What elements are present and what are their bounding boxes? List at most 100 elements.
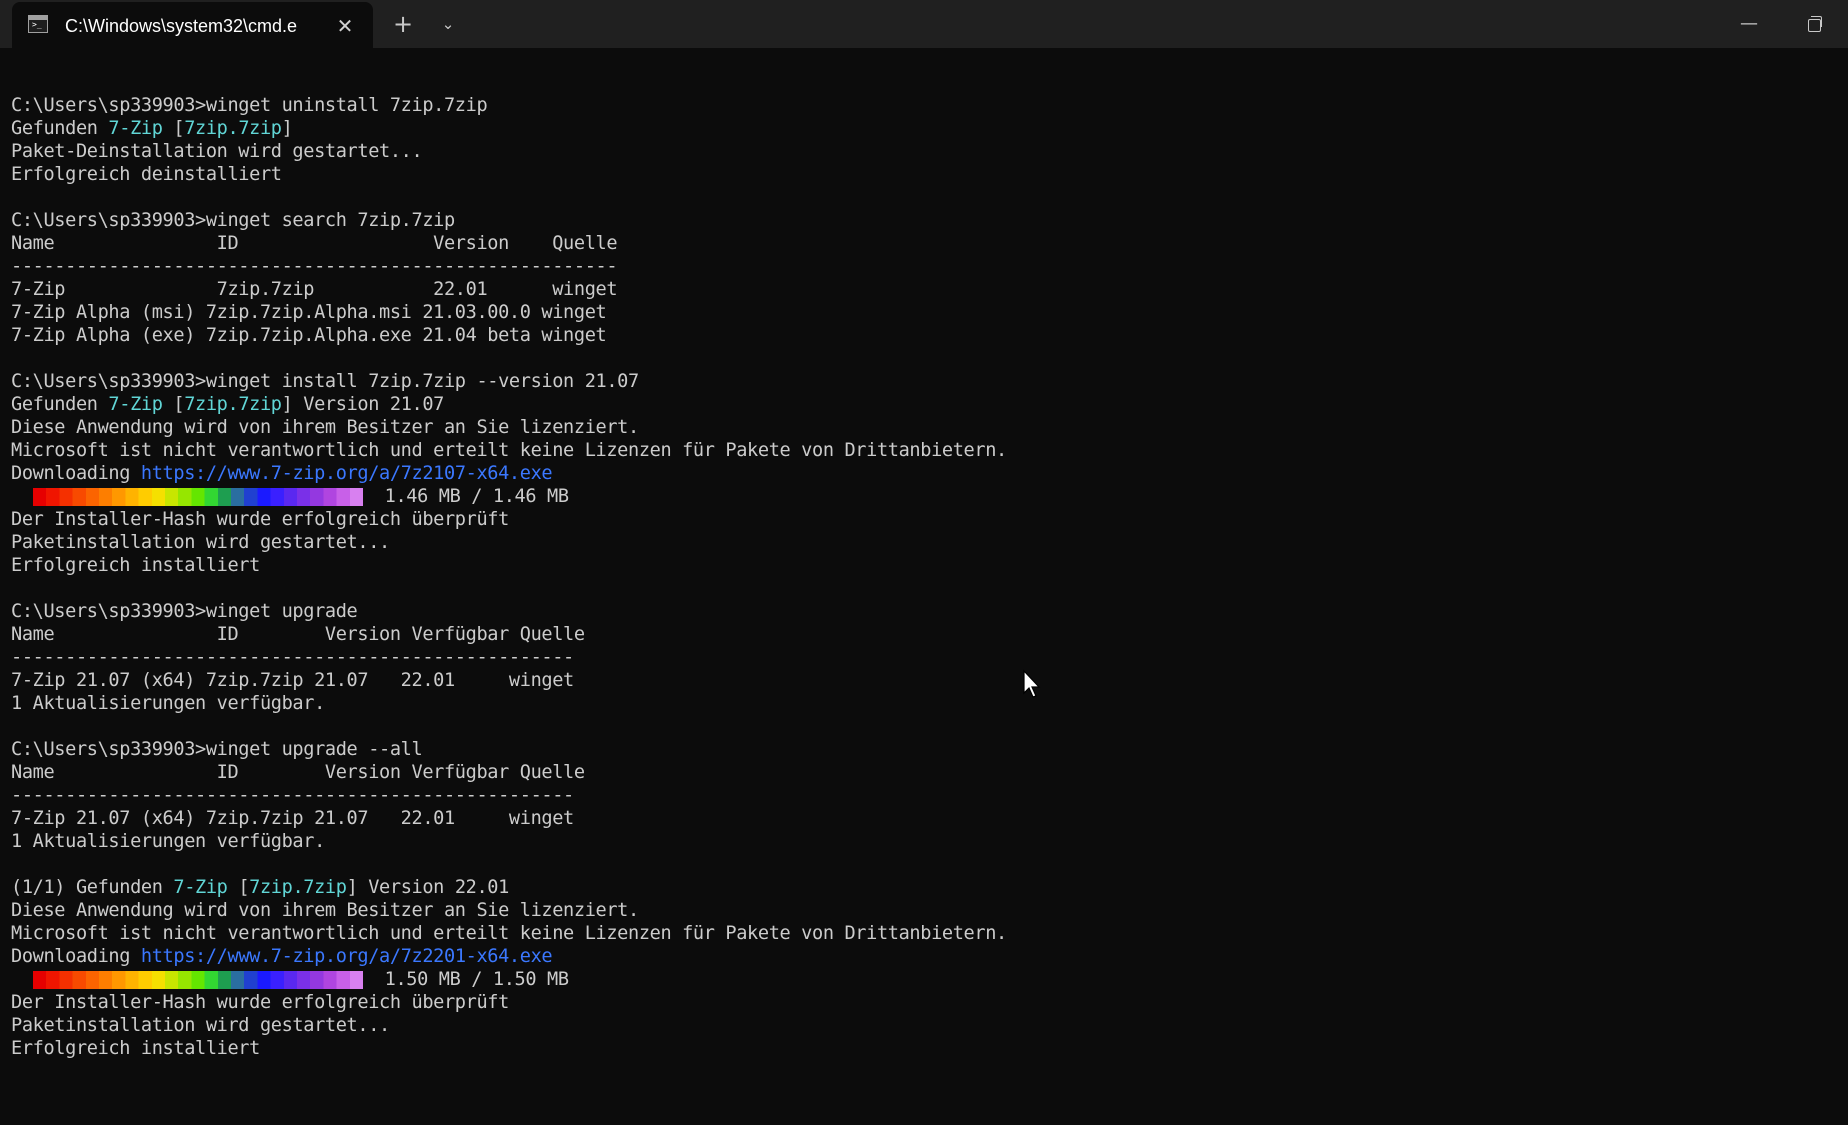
console-line: Downloading https://www.7-zip.org/a/7z21…	[11, 462, 1007, 485]
console-line: Paketinstallation wird gestartet...	[11, 1014, 1007, 1037]
download-link[interactable]: https://www.7-zip.org/a/7z2201-x64.exe	[141, 946, 553, 967]
title-bar: >_ C:\Windows\system32\cmd.e ✕ + ⌄ —	[0, 0, 1848, 48]
console-text: C:\Users\sp339903>winget uninstall 7zip.…	[11, 95, 488, 116]
console-text: ----------------------------------------…	[11, 256, 618, 277]
download-link[interactable]: https://www.7-zip.org/a/7z2107-x64.exe	[141, 463, 553, 484]
console-line: 7-Zip Alpha (exe) 7zip.7zip.Alpha.exe 21…	[11, 324, 1007, 347]
console-line: ----------------------------------------…	[11, 255, 1007, 278]
console-text: Microsoft ist nicht verantwortlich und e…	[11, 440, 1007, 461]
console-line: 1 Aktualisierungen verfügbar.	[11, 830, 1007, 853]
progress-bar	[33, 971, 363, 989]
console-text: 7-Zip 21.07 (x64) 7zip.7zip 21.07 22.01 …	[11, 670, 574, 691]
console-line: Microsoft ist nicht verantwortlich und e…	[11, 922, 1007, 945]
console-line: 7-Zip 21.07 (x64) 7zip.7zip 21.07 22.01 …	[11, 807, 1007, 830]
restore-button[interactable]	[1792, 4, 1838, 44]
console-line: C:\Users\sp339903>winget uninstall 7zip.…	[11, 94, 1007, 117]
console-text: Gefunden	[11, 394, 109, 415]
console-text: 7-Zip Alpha (exe) 7zip.7zip.Alpha.exe 21…	[11, 325, 607, 346]
console-text: ----------------------------------------…	[11, 785, 574, 806]
console-text: Paketinstallation wird gestartet...	[11, 1015, 390, 1036]
console-text: Der Installer-Hash wurde erfolgreich übe…	[11, 509, 509, 530]
console-text: 7-Zip	[173, 877, 228, 898]
console-text: ]	[281, 118, 293, 139]
console-line: C:\Users\sp339903>winget install 7zip.7z…	[11, 370, 1007, 393]
console-text: Name ID Version Verfügbar Quelle	[11, 762, 585, 783]
console-line: Der Installer-Hash wurde erfolgreich übe…	[11, 508, 1007, 531]
console-line: C:\Users\sp339903>winget search 7zip.7zi…	[11, 209, 1007, 232]
tab-cmd[interactable]: >_ C:\Windows\system32\cmd.e ✕	[12, 2, 373, 48]
console-text: [	[162, 394, 185, 415]
console-line: 7-Zip Alpha (msi) 7zip.7zip.Alpha.msi 21…	[11, 301, 1007, 324]
progress-bar	[33, 488, 363, 506]
console-text: 7-Zip	[108, 394, 163, 415]
console-line: 1.46 MB / 1.46 MB	[11, 485, 1007, 508]
console-output[interactable]: C:\Users\sp339903>winget uninstall 7zip.…	[11, 71, 1007, 1060]
tab-title: C:\Windows\system32\cmd.e	[65, 16, 298, 36]
console-text: [	[227, 877, 250, 898]
console-text: (1/1) Gefunden	[11, 877, 174, 898]
console-line: ----------------------------------------…	[11, 646, 1007, 669]
console-text: 7zip.7zip	[249, 877, 347, 898]
console-text: Downloading	[11, 946, 141, 967]
console-text: 1 Aktualisierungen verfügbar.	[11, 693, 325, 714]
console-line: 7-Zip 21.07 (x64) 7zip.7zip 21.07 22.01 …	[11, 669, 1007, 692]
console-text: 7-Zip	[108, 118, 163, 139]
console-line: Paket-Deinstallation wird gestartet...	[11, 140, 1007, 163]
console-text: Downloading	[11, 463, 141, 484]
console-line: (1/1) Gefunden 7-Zip [7zip.7zip] Version…	[11, 876, 1007, 899]
console-text: C:\Users\sp339903>winget search 7zip.7zi…	[11, 210, 455, 231]
console-line: 1.50 MB / 1.50 MB	[11, 968, 1007, 991]
console-line: Der Installer-Hash wurde erfolgreich übe…	[11, 991, 1007, 1014]
console-line: Gefunden 7-Zip [7zip.7zip] Version 21.07	[11, 393, 1007, 416]
console-line: Name ID Version Verfügbar Quelle	[11, 761, 1007, 784]
console-text: 1 Aktualisierungen verfügbar.	[11, 831, 325, 852]
console-line: Paketinstallation wird gestartet...	[11, 531, 1007, 554]
mouse-pointer-icon	[1023, 669, 1041, 698]
new-tab-button[interactable]: +	[383, 4, 423, 44]
console-text: Der Installer-Hash wurde erfolgreich übe…	[11, 992, 509, 1013]
console-text: C:\Users\sp339903>winget install 7zip.7z…	[11, 371, 639, 392]
console-text: 7-Zip 21.07 (x64) 7zip.7zip 21.07 22.01 …	[11, 808, 574, 829]
console-text: 7-Zip Alpha (msi) 7zip.7zip.Alpha.msi 21…	[11, 302, 607, 323]
console-line: Diese Anwendung wird von ihrem Besitzer …	[11, 416, 1007, 439]
console-text: [	[162, 118, 185, 139]
console-text: Gefunden	[11, 118, 109, 139]
console-line: 1 Aktualisierungen verfügbar.	[11, 692, 1007, 715]
console-text: Name ID Version Quelle	[11, 233, 618, 254]
console-line: Gefunden 7-Zip [7zip.7zip]	[11, 117, 1007, 140]
minimize-button[interactable]: —	[1726, 4, 1772, 44]
console-line: 7-Zip 7zip.7zip 22.01 winget	[11, 278, 1007, 301]
console-text: Erfolgreich installiert	[11, 1038, 260, 1059]
console-line: Erfolgreich deinstalliert	[11, 163, 1007, 186]
console-text: ] Version 22.01	[346, 877, 510, 898]
console-line: C:\Users\sp339903>winget upgrade	[11, 600, 1007, 623]
console-text: C:\Users\sp339903>winget upgrade	[11, 601, 358, 622]
chevron-down-icon[interactable]: ⌄	[428, 4, 468, 44]
console-text: Erfolgreich installiert	[11, 555, 260, 576]
console-text: 7zip.7zip	[184, 394, 282, 415]
console-text: C:\Users\sp339903>winget upgrade --all	[11, 739, 423, 760]
cmd-icon: >_	[28, 15, 48, 33]
console-line: ----------------------------------------…	[11, 784, 1007, 807]
close-icon[interactable]: ✕	[332, 13, 358, 39]
console-text: 7zip.7zip	[184, 118, 282, 139]
console-line: Name ID Version Verfügbar Quelle	[11, 623, 1007, 646]
console-line: Downloading https://www.7-zip.org/a/7z22…	[11, 945, 1007, 968]
console-text: Diese Anwendung wird von ihrem Besitzer …	[11, 900, 639, 921]
console-text: 7-Zip 7zip.7zip 22.01 winget	[11, 279, 618, 300]
restore-icon-front	[1808, 19, 1821, 32]
console-text: ----------------------------------------…	[11, 647, 574, 668]
console-line: Microsoft ist nicht verantwortlich und e…	[11, 439, 1007, 462]
console-text: Name ID Version Verfügbar Quelle	[11, 624, 585, 645]
console-line: Erfolgreich installiert	[11, 554, 1007, 577]
console-text: Paketinstallation wird gestartet...	[11, 532, 390, 553]
console-line: Diese Anwendung wird von ihrem Besitzer …	[11, 899, 1007, 922]
console-line: Erfolgreich installiert	[11, 1037, 1007, 1060]
console-text: ] Version 21.07	[281, 394, 445, 415]
